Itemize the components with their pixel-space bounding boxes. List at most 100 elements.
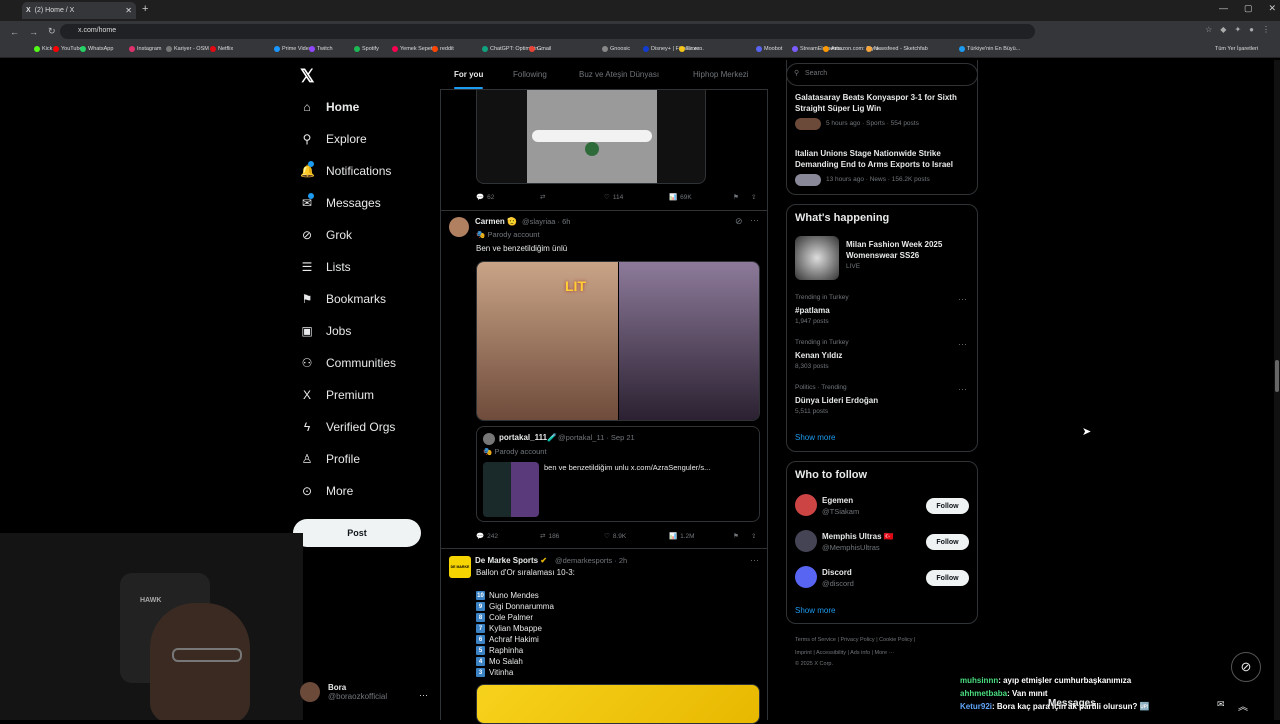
nav-item-jobs[interactable]: ▣ Jobs: [300, 324, 351, 338]
x-logo[interactable]: 𝕏: [300, 66, 315, 87]
close-window-icon[interactable]: ✕: [1268, 3, 1276, 14]
trend-name[interactable]: #patlama: [795, 305, 830, 316]
menu-icon[interactable]: ⋮: [1262, 25, 1270, 34]
nav-item-bookmarks[interactable]: ⚑ Bookmarks: [300, 292, 386, 306]
scrollbar-thumb[interactable]: [1275, 360, 1279, 392]
bookmark-item[interactable]: Exxen: [679, 46, 702, 52]
nav-item-explore[interactable]: ⚲ Explore: [300, 132, 367, 146]
bookmark-item[interactable]: Yemek Sepeti: [392, 46, 434, 52]
show-more-link[interactable]: Show more: [795, 606, 835, 615]
bookmark-item[interactable]: Gnoosic: [602, 46, 630, 52]
reply-action[interactable]: 💬 62: [476, 193, 494, 202]
event-title[interactable]: Milan Fashion Week 2025 Womenswear SS26: [846, 239, 971, 261]
tweet-media-ballon-dor[interactable]: [476, 684, 760, 724]
bookmark-item[interactable]: Gmail: [529, 46, 551, 52]
news-headline[interactable]: Italian Unions Stage Nationwide Strike D…: [795, 148, 970, 170]
follow-button[interactable]: Follow: [926, 534, 969, 550]
browser-tab[interactable]: X (2) Home / X ✕: [22, 2, 136, 19]
follow-button[interactable]: Follow: [926, 570, 969, 586]
follow-button[interactable]: Follow: [926, 498, 969, 514]
reply-action[interactable]: 💬 242: [476, 532, 498, 541]
new-tab-button[interactable]: +: [142, 3, 148, 15]
share-action[interactable]: ⇪: [751, 193, 756, 201]
nav-item-grok[interactable]: ⊘ Grok: [300, 228, 352, 242]
show-more-link[interactable]: Show more: [795, 433, 835, 442]
bookmark-action[interactable]: ⚑: [733, 532, 739, 540]
views-action[interactable]: 📊 69K: [669, 193, 692, 202]
post-button[interactable]: Post: [293, 519, 421, 547]
minimize-icon[interactable]: —: [1219, 3, 1228, 14]
more-dots-icon[interactable]: ···: [958, 294, 967, 304]
collapse-icon[interactable]: ︽: [1238, 698, 1248, 713]
trend-name[interactable]: Kenan Yıldız: [795, 350, 842, 361]
avatar[interactable]: [795, 494, 817, 516]
nav-item-more[interactable]: ⊙ More: [300, 484, 353, 498]
follow-name[interactable]: Discord: [822, 567, 852, 578]
bookmark-item[interactable]: reddit: [432, 46, 454, 52]
views-action[interactable]: 📊 1.2M: [669, 532, 695, 541]
bookmark-item[interactable]: YouTube: [53, 46, 83, 52]
nav-item-premium[interactable]: X Premium: [300, 388, 374, 402]
more-dots-icon[interactable]: ···: [750, 215, 759, 225]
tweet-author-handle[interactable]: @slayriaa · 6h: [522, 217, 570, 226]
all-bookmarks[interactable]: Tüm Yer İşaretleri: [1215, 46, 1258, 52]
bookmark-item[interactable]: WhatsApp: [80, 46, 113, 52]
url-bar[interactable]: x.com/home: [60, 24, 1035, 39]
like-action[interactable]: ♡ 114: [604, 193, 623, 202]
profile-icon[interactable]: ●: [1249, 25, 1254, 34]
like-action[interactable]: ♡ 8.9K: [604, 532, 626, 541]
forward-icon[interactable]: →: [29, 27, 38, 37]
close-tab-icon[interactable]: ✕: [125, 6, 132, 15]
avatar[interactable]: [795, 530, 817, 552]
nav-item-messages[interactable]: ✉ Messages: [300, 193, 381, 210]
back-icon[interactable]: ←: [10, 27, 19, 37]
avatar[interactable]: [449, 217, 469, 237]
tweet-author-handle[interactable]: @demarkesports · 2h: [555, 556, 627, 565]
nav-item-profile[interactable]: ♙ Profile: [300, 452, 360, 466]
quote-tweet[interactable]: portakal_111🧪 @portakal_11 · Sep 21 🎭 Pa…: [476, 426, 760, 522]
share-action[interactable]: ⇪: [751, 532, 756, 540]
bookmark-action[interactable]: ⚑: [733, 193, 739, 201]
tweet-media-airplane[interactable]: [476, 88, 706, 184]
grok-floating-button[interactable]: ⊘: [1231, 652, 1261, 682]
bookmark-item[interactable]: Spotify: [354, 46, 379, 52]
compose-message-icon[interactable]: ✉: [1217, 699, 1225, 710]
news-headline[interactable]: Galatasaray Beats Konyaspor 3-1 for Sixt…: [795, 92, 970, 114]
puzzle-icon[interactable]: ✦: [1234, 25, 1241, 34]
bookmark-item[interactable]: Netflix: [210, 46, 233, 52]
nav-item-notifications[interactable]: 🔔 Notifications: [300, 161, 391, 178]
footer-links[interactable]: Terms of Service | Privacy Policy | Cook…: [795, 637, 915, 643]
tweet-author-name[interactable]: De Marke Sports ✔: [475, 556, 547, 565]
bookmark-item[interactable]: Prime Video: [274, 46, 312, 52]
bookmark-item[interactable]: Instagram: [129, 46, 161, 52]
maximize-icon[interactable]: ▢: [1244, 3, 1253, 14]
tweet-media-photos[interactable]: LIT: [476, 261, 760, 421]
nav-item-verified-orgs[interactable]: ϟ Verified Orgs: [300, 420, 396, 434]
grok-icon[interactable]: ⊘: [735, 216, 743, 227]
avatar[interactable]: DE MARKE: [449, 556, 471, 578]
tab-buz-ve-ateşin-dünyası[interactable]: Buz ve Ateşin Dünyası: [579, 70, 659, 79]
bookmark-item[interactable]: Türkiye'nin En Büyü...: [959, 46, 1020, 52]
nav-item-home[interactable]: ⌂ Home: [300, 100, 359, 114]
tab-hiphop-merkezi[interactable]: Hiphop Merkezi: [693, 70, 749, 79]
star-icon[interactable]: ☆: [1205, 25, 1212, 34]
retweet-action[interactable]: ⇄ 186: [540, 532, 559, 541]
follow-name[interactable]: Egemen: [822, 495, 853, 506]
tweet-author-name[interactable]: Carmen 🫡: [475, 217, 517, 226]
bookmark-item[interactable]: Moobot: [756, 46, 782, 52]
reload-icon[interactable]: ↻: [48, 26, 56, 37]
tab-for-you[interactable]: For you: [454, 70, 484, 89]
bookmark-item[interactable]: Kariyer - OSM: [166, 46, 209, 52]
bookmark-item[interactable]: Twitch: [309, 46, 333, 52]
footer-links[interactable]: Imprint | Accessibility | Ads info | Mor…: [795, 650, 894, 656]
avatar[interactable]: [795, 566, 817, 588]
more-dots-icon[interactable]: ···: [958, 339, 967, 349]
bookmark-item[interactable]: Newsfeed - Sketchfab: [866, 46, 928, 52]
extension-icon[interactable]: ◆: [1220, 25, 1226, 34]
nav-item-lists[interactable]: ☰ Lists: [300, 260, 351, 274]
messages-drawer[interactable]: Messages: [1048, 698, 1096, 709]
account-switcher[interactable]: Bora @boraozkofficial: [300, 682, 387, 702]
bookmark-item[interactable]: Kick: [34, 46, 52, 52]
more-dots-icon[interactable]: ···: [750, 555, 759, 565]
tab-following[interactable]: Following: [513, 70, 547, 79]
